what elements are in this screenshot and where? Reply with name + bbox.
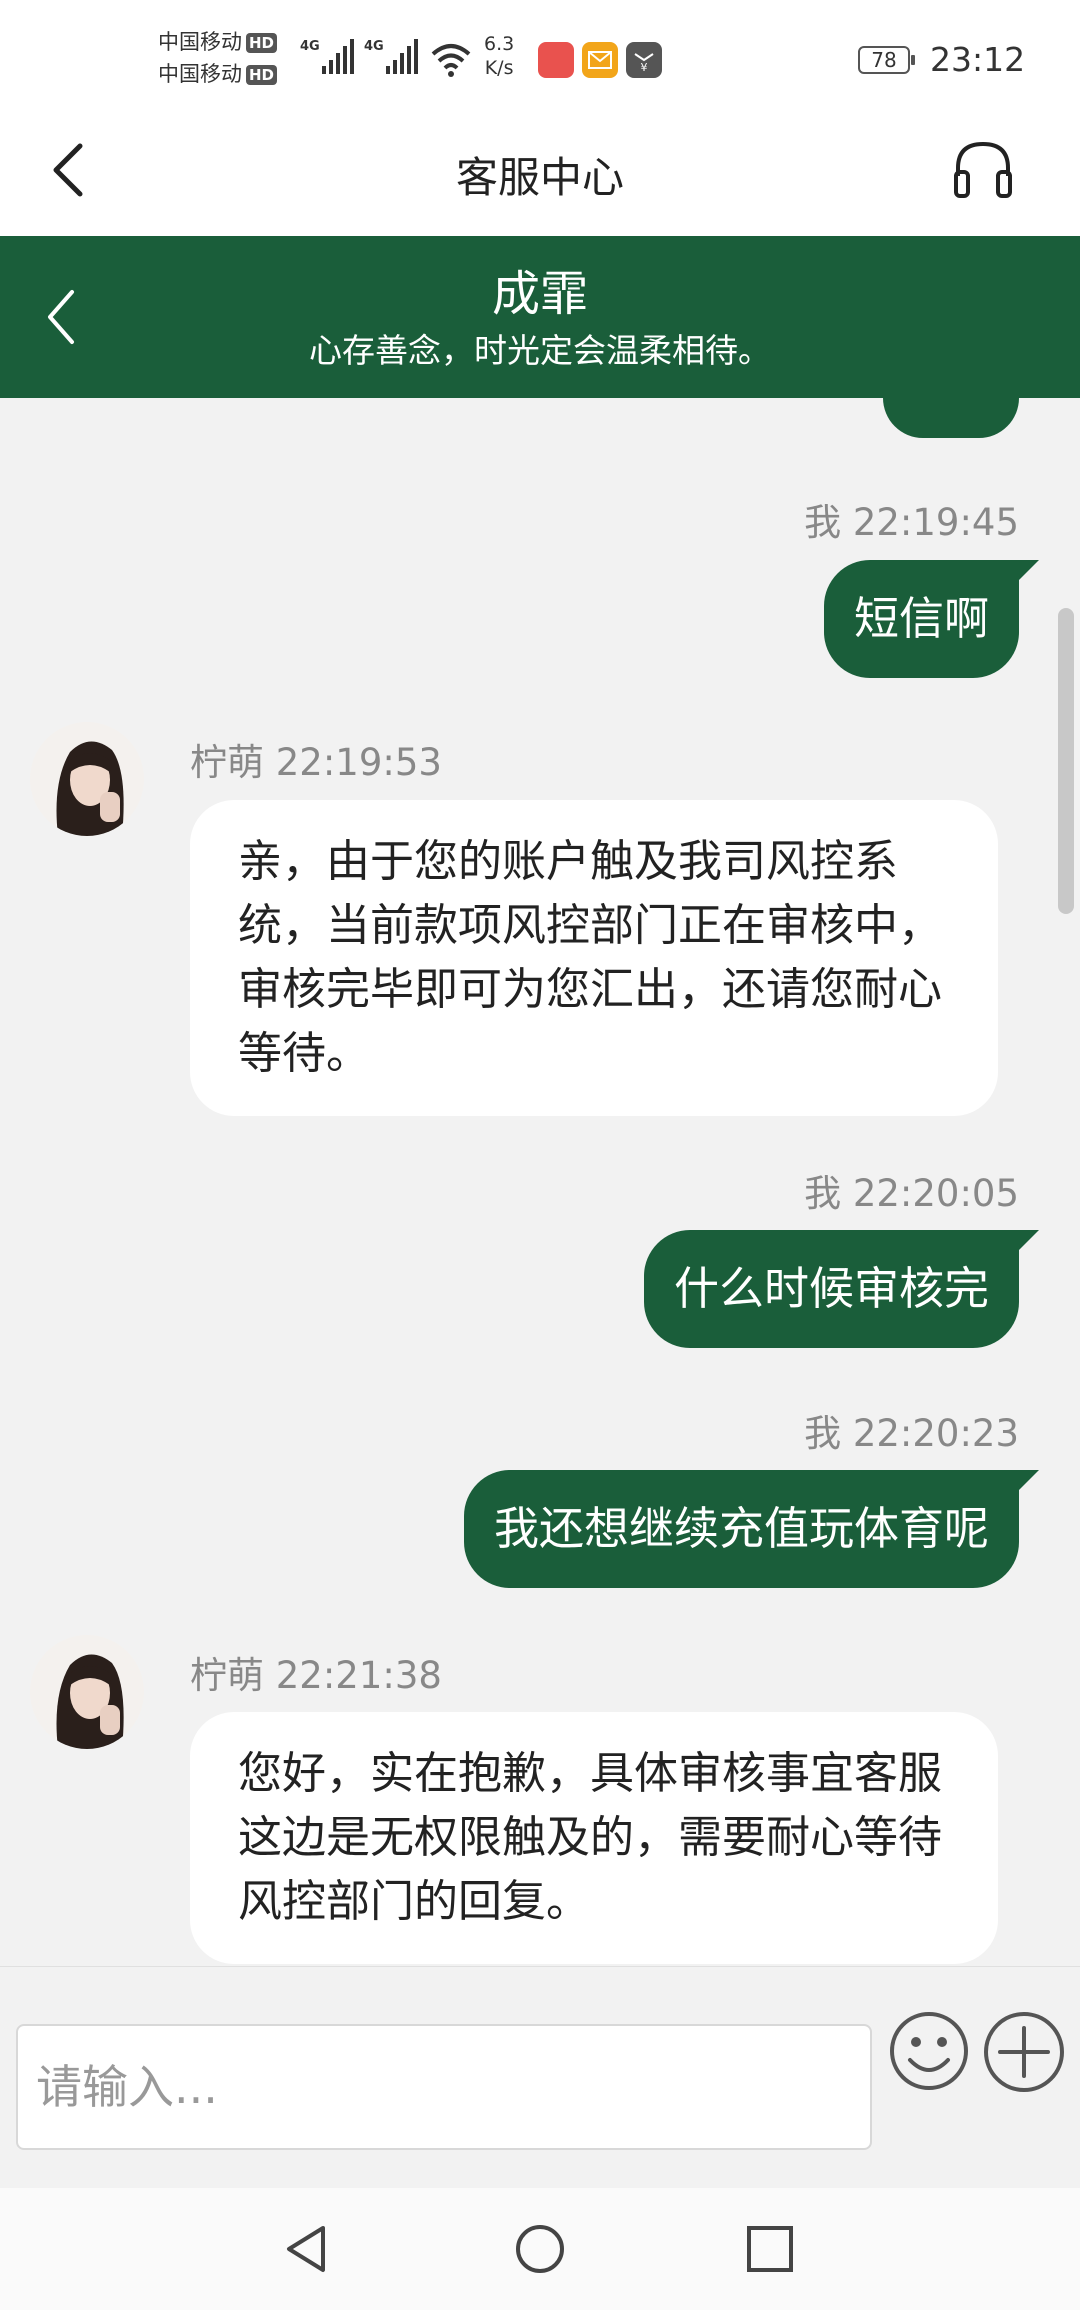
wifi-icon xyxy=(431,44,471,77)
nav-home-icon[interactable] xyxy=(515,2224,565,2274)
contact-name: 成霏 xyxy=(491,266,588,322)
speed-unit: K/s xyxy=(484,57,514,79)
message-bubble-in[interactable]: 亲，由于您的账户触及我司风控系统，当前款项风控部门正在审核中，审核完毕即可为您汇… xyxy=(190,800,998,1116)
app-header: 客服中心 xyxy=(0,116,1080,236)
huawei-mall-icon xyxy=(538,42,574,78)
signal-icon: 4G xyxy=(300,39,354,74)
carrier-1: 中国移动 xyxy=(158,30,242,54)
message-sender-time: 我 22:19:45 xyxy=(804,501,1019,544)
message-sender-time: 我 22:20:05 xyxy=(804,1172,1019,1215)
message-bubble-out[interactable]: 什么时候审核完 xyxy=(643,1230,1040,1348)
network-type: 4G xyxy=(364,39,384,54)
message-sender-time: 柠萌 22:19:53 xyxy=(190,741,442,784)
back-icon[interactable] xyxy=(48,140,88,200)
nav-back-icon[interactable] xyxy=(283,2224,333,2274)
nav-recents-icon[interactable] xyxy=(745,2224,795,2274)
message-sender-time: 柠萌 22:21:38 xyxy=(190,1654,442,1697)
contact-bar: 成霏 心存善念，时光定会温柔相待。 xyxy=(0,236,1080,398)
hd-badge: HD xyxy=(246,65,278,85)
message-sender-time: 我 22:20:23 xyxy=(804,1412,1019,1455)
message-input[interactable] xyxy=(16,2024,872,2150)
status-bar: 中国移动 HD 中国移动 HD 4G 4G 6.3 K/s ¥ 78 23:12 xyxy=(0,0,1080,116)
headset-icon[interactable] xyxy=(952,140,1014,200)
avatar[interactable] xyxy=(30,722,144,836)
speed-value: 6.3 xyxy=(484,33,515,55)
status-time: 23:12 xyxy=(930,40,1026,79)
battery-indicator: 78 xyxy=(858,46,915,74)
message-bubble-out[interactable]: 短信啊 xyxy=(823,560,1040,678)
svg-text:¥: ¥ xyxy=(641,61,648,74)
page-title: 客服中心 xyxy=(455,153,624,202)
wallet-icon: ¥ xyxy=(626,42,662,78)
scrollbar[interactable] xyxy=(1058,608,1074,914)
emoji-icon[interactable] xyxy=(888,2010,970,2092)
carrier-2: 中国移动 xyxy=(158,62,242,86)
message-bubble-out[interactable]: 我还想继续充值玩体育呢 xyxy=(463,1470,1040,1588)
carrier-info: 中国移动 HD 中国移动 HD xyxy=(158,26,278,90)
avatar[interactable] xyxy=(30,1635,144,1749)
contact-motto: 心存善念，时光定会温柔相待。 xyxy=(309,331,771,370)
mail-icon xyxy=(582,42,618,78)
signal-icon: 4G xyxy=(364,39,418,74)
message-bubble-in[interactable]: 您好，实在抱歉，具体审核事宜客服这边是无权限触及的，需要耐心等待风控部门的回复。 xyxy=(190,1712,998,1964)
plus-icon[interactable] xyxy=(982,2010,1066,2094)
message-bubble-partial xyxy=(883,380,1019,438)
hd-badge: HD xyxy=(246,33,278,53)
network-speed: 6.3 K/s xyxy=(484,32,514,80)
network-type: 4G xyxy=(300,39,320,54)
